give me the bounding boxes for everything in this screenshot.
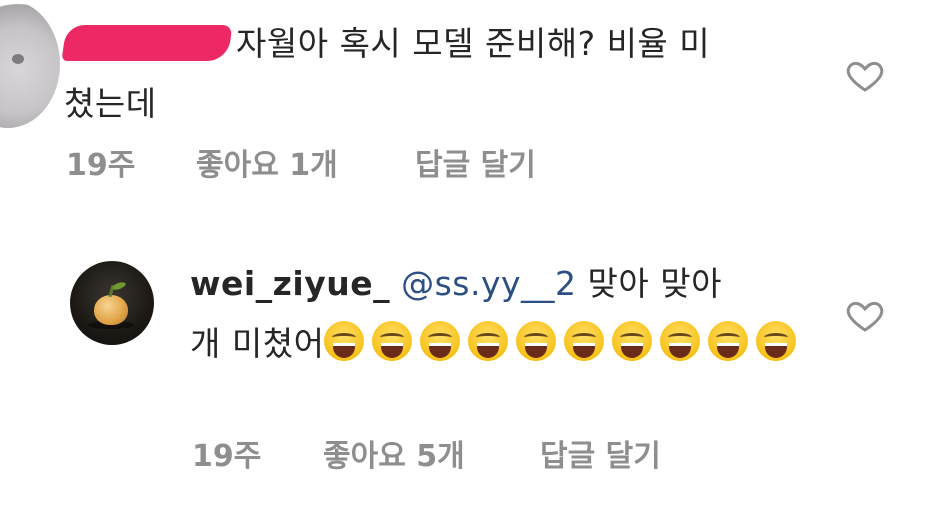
comment-text-line-2: 쳤는데 bbox=[64, 84, 157, 123]
heart-outline-icon[interactable] bbox=[845, 55, 885, 95]
emoji-row bbox=[324, 321, 804, 363]
laughing-tears-emoji bbox=[756, 321, 797, 361]
laughing-tears-emoji bbox=[468, 321, 509, 361]
laughing-tears-emoji bbox=[564, 321, 605, 361]
laughing-tears-emoji bbox=[420, 321, 461, 361]
username-link[interactable]: wei_ziyue_ bbox=[190, 264, 390, 303]
reply-button[interactable]: 답글 달기 bbox=[540, 431, 661, 475]
laughing-tears-emoji bbox=[324, 321, 365, 361]
laughing-tears-emoji bbox=[516, 321, 557, 361]
reply-button[interactable]: 답글 달기 bbox=[415, 140, 536, 184]
heart-outline-icon[interactable] bbox=[845, 295, 885, 335]
comment-time: 19주 bbox=[192, 439, 262, 474]
comment-text: wei_ziyue_ @ss.yy__2 맞아 맞아 개 미쳤어 bbox=[190, 254, 830, 374]
like-count-link[interactable]: 좋아요 1개 bbox=[196, 140, 338, 184]
avatar[interactable] bbox=[0, 0, 60, 128]
comment-time: 19주 bbox=[66, 148, 136, 183]
laughing-tears-emoji bbox=[660, 321, 701, 361]
avatar[interactable] bbox=[70, 261, 154, 345]
like-count-link[interactable]: 좋아요 5개 bbox=[323, 431, 465, 475]
comment-text: 자월아 혹시 모델 준비해? 비율 미 쳤는데 bbox=[61, 14, 804, 134]
redacted-username bbox=[61, 25, 233, 61]
avatar-detail bbox=[12, 54, 24, 64]
laughing-tears-emoji bbox=[372, 321, 413, 361]
apple-leaf bbox=[111, 280, 127, 292]
laughing-tears-emoji bbox=[612, 321, 653, 361]
comment-text-part-1: 맞아 맞아 bbox=[587, 264, 722, 303]
mention-link[interactable]: @ss.yy__2 bbox=[401, 264, 576, 303]
apple-image bbox=[94, 295, 128, 325]
comment-text-part-2: 개 미쳤어 bbox=[190, 324, 325, 363]
laughing-tears-emoji bbox=[708, 321, 749, 361]
comment-text-line-1: 자월아 혹시 모델 준비해? 비율 미 bbox=[236, 24, 711, 63]
